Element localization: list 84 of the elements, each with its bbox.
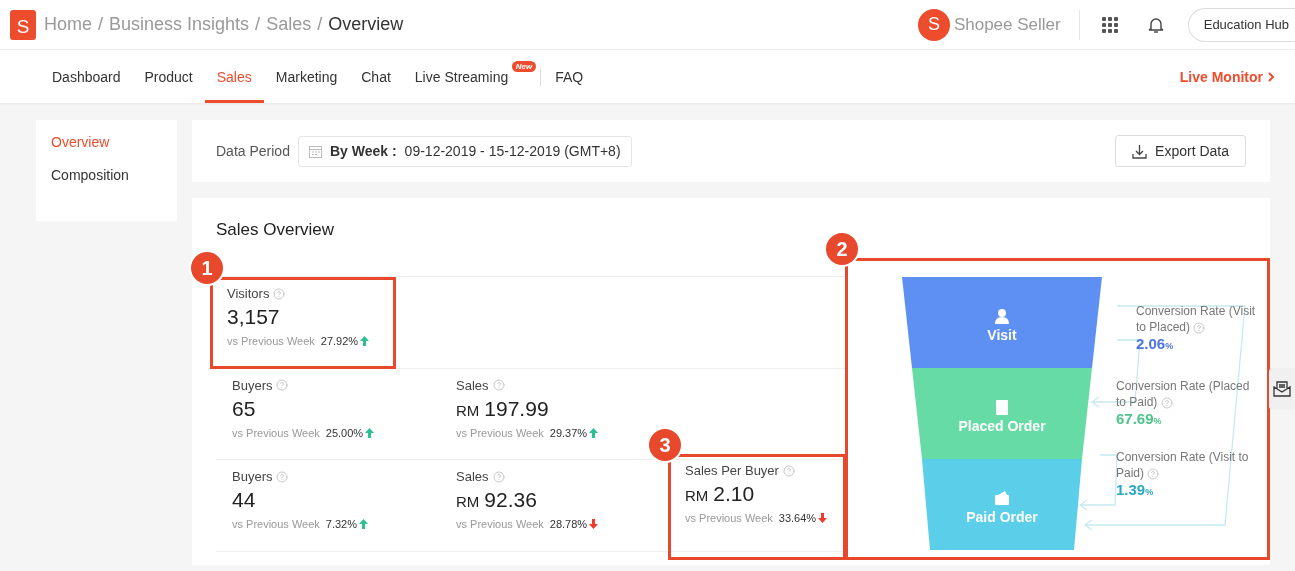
bell-icon[interactable] bbox=[1147, 15, 1164, 34]
conversion-rate-label: Conversion Rate (Visit to Paid) bbox=[1116, 449, 1250, 481]
metric-value: 2.10 bbox=[713, 482, 755, 506]
metric-value: 92.36 bbox=[484, 488, 537, 512]
help-icon[interactable] bbox=[273, 287, 286, 300]
comparison-label: vs Previous Week bbox=[227, 335, 315, 347]
funnel-stage-label: Visit bbox=[987, 327, 1017, 343]
education-hub-button[interactable]: Education Hub bbox=[1187, 7, 1295, 42]
change-value: 7.32% bbox=[325, 518, 358, 530]
conversion-rate-value: 67.69 bbox=[1116, 410, 1154, 427]
change-value: 28.78% bbox=[549, 518, 588, 530]
apps-grid-icon[interactable] bbox=[1101, 16, 1118, 33]
conversion-rate-value: 1.39 bbox=[1116, 481, 1146, 498]
comparison-label: vs Previous Week bbox=[685, 512, 773, 524]
funnel-stage-label: Paid Order bbox=[966, 509, 1038, 525]
export-data-button[interactable]: Export Data bbox=[1115, 135, 1246, 167]
live-monitor-link[interactable]: Live Monitor bbox=[1179, 68, 1275, 85]
comparison-label: vs Previous Week bbox=[232, 518, 320, 530]
funnel-stage-label: Placed Order bbox=[958, 418, 1046, 434]
help-icon[interactable] bbox=[1160, 396, 1173, 409]
annotation-number: 2 bbox=[824, 231, 860, 267]
help-icon[interactable] bbox=[276, 470, 289, 483]
metric-label: Buyers bbox=[232, 377, 273, 393]
help-icon[interactable] bbox=[492, 379, 505, 391]
person-icon bbox=[995, 309, 1009, 324]
sidebar-item[interactable]: Composition bbox=[36, 167, 177, 183]
change-value: 27.92% bbox=[320, 335, 359, 347]
percent-unit: % bbox=[1153, 416, 1162, 426]
currency-label: RM bbox=[456, 401, 480, 419]
metric-value: 3,157 bbox=[227, 305, 280, 329]
metric-label: Sales bbox=[456, 469, 489, 484]
conversion-rate-value: 2.06 bbox=[1136, 335, 1166, 352]
shop-bag-logo[interactable]: S bbox=[10, 9, 36, 40]
percent-unit: % bbox=[1165, 341, 1174, 351]
change-value: 29.37% bbox=[549, 426, 588, 439]
chevron-right-icon bbox=[1267, 71, 1275, 82]
conversion-rate-label: Conversion Rate (Placed to Paid) bbox=[1116, 378, 1251, 410]
metric-label: Visitors bbox=[227, 286, 270, 301]
help-icon[interactable] bbox=[782, 464, 795, 477]
help-icon[interactable] bbox=[276, 379, 289, 391]
comparison-label: vs Previous Week bbox=[456, 518, 544, 530]
comparison-label: vs Previous Week bbox=[456, 426, 544, 439]
change-value: 25.00% bbox=[325, 426, 364, 439]
data-period-label: Data Period bbox=[216, 143, 290, 159]
change-value: 33.64% bbox=[778, 512, 817, 524]
help-icon[interactable] bbox=[492, 470, 505, 483]
brand-name: Shopee Seller bbox=[953, 14, 1061, 35]
metric-value: 44 bbox=[232, 488, 256, 512]
metric-label: Sales Per Buyer bbox=[685, 463, 779, 478]
sidebar-item[interactable]: Overview bbox=[36, 134, 177, 150]
currency-label: RM bbox=[456, 493, 480, 510]
currency-label: RM bbox=[685, 487, 709, 504]
breadcrumb-link[interactable]: Overview bbox=[328, 14, 404, 35]
help-icon[interactable] bbox=[1193, 321, 1206, 334]
new-badge: New bbox=[511, 61, 537, 72]
nav-tab[interactable]: Product bbox=[132, 50, 205, 103]
section-title: Sales Overview bbox=[216, 220, 336, 240]
download-icon bbox=[1132, 143, 1148, 159]
mail-icon bbox=[1273, 381, 1291, 397]
percent-unit: % bbox=[1145, 487, 1154, 497]
breadcrumb-separator: / bbox=[317, 14, 323, 35]
nav-tab[interactable]: Chat bbox=[349, 50, 403, 103]
brand-logo: S bbox=[917, 8, 950, 41]
calendar-icon bbox=[308, 144, 322, 158]
nav-tab[interactable]: Sales bbox=[204, 50, 264, 103]
breadcrumb-separator: / bbox=[255, 14, 261, 35]
metric-value: 65 bbox=[232, 396, 256, 421]
document-icon bbox=[996, 400, 1008, 415]
wallet-icon bbox=[995, 491, 1009, 505]
comparison-label: vs Previous Week bbox=[232, 426, 320, 439]
nav-tab[interactable]: Marketing bbox=[263, 50, 350, 103]
metric-value: 197.99 bbox=[484, 396, 549, 421]
nav-tab[interactable]: FAQ bbox=[543, 50, 596, 103]
nav-tab[interactable]: Live Streaming New bbox=[402, 50, 539, 103]
message-button[interactable] bbox=[1269, 368, 1295, 410]
metric-label: Buyers bbox=[232, 469, 273, 484]
annotation-number: 1 bbox=[189, 250, 225, 286]
help-icon[interactable] bbox=[1147, 467, 1160, 480]
date-range-picker[interactable]: By Week : 09-12-2019 - 15-12-2019 (GMT+8) bbox=[297, 135, 632, 167]
breadcrumb-separator: / bbox=[98, 14, 104, 35]
metric-label: Sales bbox=[456, 377, 489, 393]
nav-tab[interactable]: Dashboard bbox=[40, 50, 133, 103]
annotation-number: 3 bbox=[647, 427, 683, 463]
conversion-rate-label: Conversion Rate (Visit to Placed) bbox=[1136, 303, 1256, 335]
